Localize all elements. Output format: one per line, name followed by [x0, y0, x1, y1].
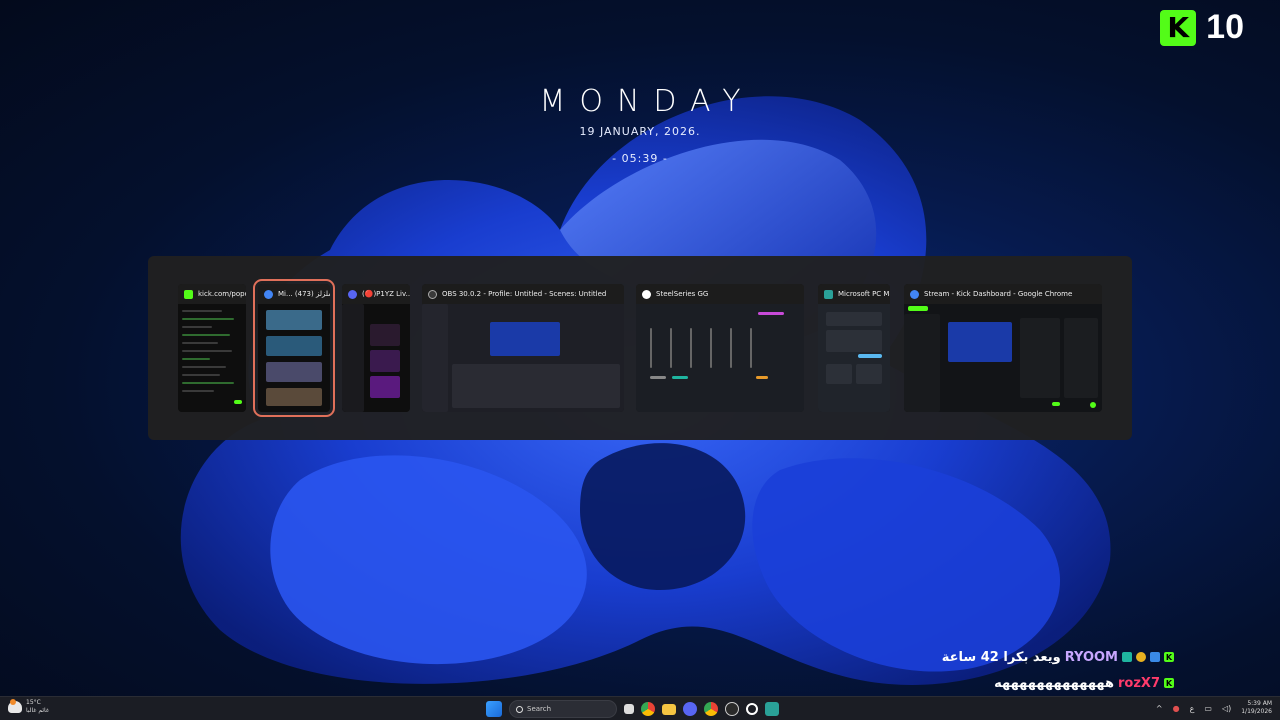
tray-time: 5:39 AM [1247, 700, 1272, 707]
window-preview [636, 304, 804, 412]
weather-widget[interactable]: 15°C غائم غالبا [8, 699, 49, 715]
weather-cloud-icon [8, 699, 22, 713]
window-thumbnail-pc-manager[interactable]: Microsoft PC Ma... [818, 284, 890, 412]
kick-logo-icon: K [1160, 9, 1197, 46]
weather-temp: 15°C [26, 699, 41, 706]
task-view-icon[interactable] [624, 704, 634, 714]
alt-tab-switcher: kick.com/popo... Mi... ملزلز (473) [148, 256, 1132, 440]
window-preview [818, 304, 890, 412]
window-thumbnail-steelseries[interactable]: SteelSeries GG [636, 284, 804, 412]
window-thumbnail-obs[interactable]: OBS 30.0.2 - Profile: Untitled - Scenes:… [422, 284, 624, 412]
window-title-bar: SteelSeries GG [636, 284, 804, 304]
chat-message: هههههههههههههه rozX7 K [914, 670, 1174, 696]
clock-day: MONDAY [539, 84, 755, 119]
chevron-up-icon[interactable]: ^ [1156, 704, 1163, 713]
weather-desc: غائم غالبا [26, 707, 49, 714]
taskbar-apps: Search [486, 700, 779, 718]
window-title-bar: kick.com/popo... [178, 284, 246, 304]
window-title: OBS 30.0.2 - Profile: Untitled - Scenes:… [442, 290, 607, 298]
window-thumbnail-discord[interactable]: (🔴)P1YZ Liv... [342, 284, 410, 412]
microphone-icon[interactable]: ● [1173, 704, 1180, 713]
system-tray: ^ ● ع ▭ ◁) 5:39 AM 1/19/2026 [1156, 700, 1272, 716]
badge-icon [1150, 652, 1160, 662]
window-preview [342, 304, 410, 412]
badge-icon [1122, 652, 1132, 662]
window-title: Mi... ملزلز (473) [278, 290, 330, 298]
kick-icon: K [1164, 652, 1174, 662]
chrome-profile-icon[interactable] [704, 702, 718, 716]
taskbar-clock[interactable]: 5:39 AM 1/19/2026 [1241, 700, 1272, 716]
clock-widget: MONDAY 19 JANUARY, 2026. - 05:39 - [0, 84, 1280, 165]
badge-icon [1136, 652, 1146, 662]
chrome-icon [910, 289, 919, 299]
window-title-bar: Mi... ملزلز (473) [258, 284, 330, 304]
chat-message-text: هههههههههههههه [994, 675, 1115, 691]
windows-start-icon[interactable] [486, 701, 502, 717]
obs-icon [428, 289, 437, 299]
window-preview [178, 304, 246, 412]
window-title: kick.com/popo... [198, 290, 246, 298]
steelseries-icon[interactable] [746, 703, 758, 715]
tray-date: 1/19/2026 [1241, 708, 1272, 715]
viewer-count: 10 [1206, 8, 1244, 46]
kick-viewer-badge: K 10 [1160, 8, 1244, 47]
obs-icon[interactable] [725, 702, 739, 716]
clock-date: 19 JANUARY, 2026. [579, 125, 701, 138]
window-preview [422, 304, 624, 412]
weather-text: 15°C غائم غالبا [26, 699, 49, 715]
window-title-bar: Microsoft PC Ma... [818, 284, 890, 304]
volume-icon[interactable]: ◁) [1222, 704, 1231, 713]
window-title: Stream - Kick Dashboard - Google Chrome [924, 290, 1073, 298]
discord-icon [348, 289, 357, 299]
pc-manager-icon[interactable] [765, 702, 779, 716]
steelseries-icon [642, 289, 651, 299]
chat-message: ويعد بكرا 42 ساعة RYOOM K [914, 644, 1174, 670]
discord-icon[interactable] [683, 702, 697, 716]
search-icon [516, 705, 523, 713]
window-preview [258, 304, 330, 412]
chat-username: RYOOM [1064, 649, 1118, 665]
pc-manager-icon [824, 289, 833, 299]
clock-time: - 05:39 - [612, 152, 668, 165]
window-title-bar: (🔴)P1YZ Liv... [342, 284, 410, 304]
window-title: Microsoft PC Ma... [838, 290, 890, 298]
window-thumbnail-kick-dashboard[interactable]: Stream - Kick Dashboard - Google Chrome [904, 284, 1102, 412]
chrome-icon[interactable] [641, 702, 655, 716]
search-input[interactable]: Search [509, 700, 617, 718]
chrome-icon [264, 289, 273, 299]
window-preview [904, 304, 1102, 412]
input-language[interactable]: ع [1190, 704, 1195, 713]
network-icon[interactable]: ▭ [1204, 704, 1212, 713]
window-title-bar: Stream - Kick Dashboard - Google Chrome [904, 284, 1102, 304]
file-explorer-icon[interactable] [662, 703, 676, 715]
kick-icon: K [1164, 678, 1174, 688]
chat-message-text: ويعد بكرا 42 ساعة [941, 649, 1061, 665]
window-thumbnail-chrome-youtube[interactable]: Mi... ملزلز (473) [253, 279, 335, 417]
taskbar: 15°C غائم غالبا Search ^ ● ع ▭ ◁) 5:39 A… [0, 696, 1280, 720]
chat-username: rozX7 [1118, 675, 1160, 691]
search-placeholder: Search [527, 705, 552, 713]
window-thumbnail-kick[interactable]: kick.com/popo... [178, 284, 246, 412]
window-title-bar: OBS 30.0.2 - Profile: Untitled - Scenes:… [422, 284, 624, 304]
kick-icon [184, 289, 193, 299]
window-title: SteelSeries GG [656, 290, 709, 298]
window-title: (🔴)P1YZ Liv... [362, 290, 410, 298]
